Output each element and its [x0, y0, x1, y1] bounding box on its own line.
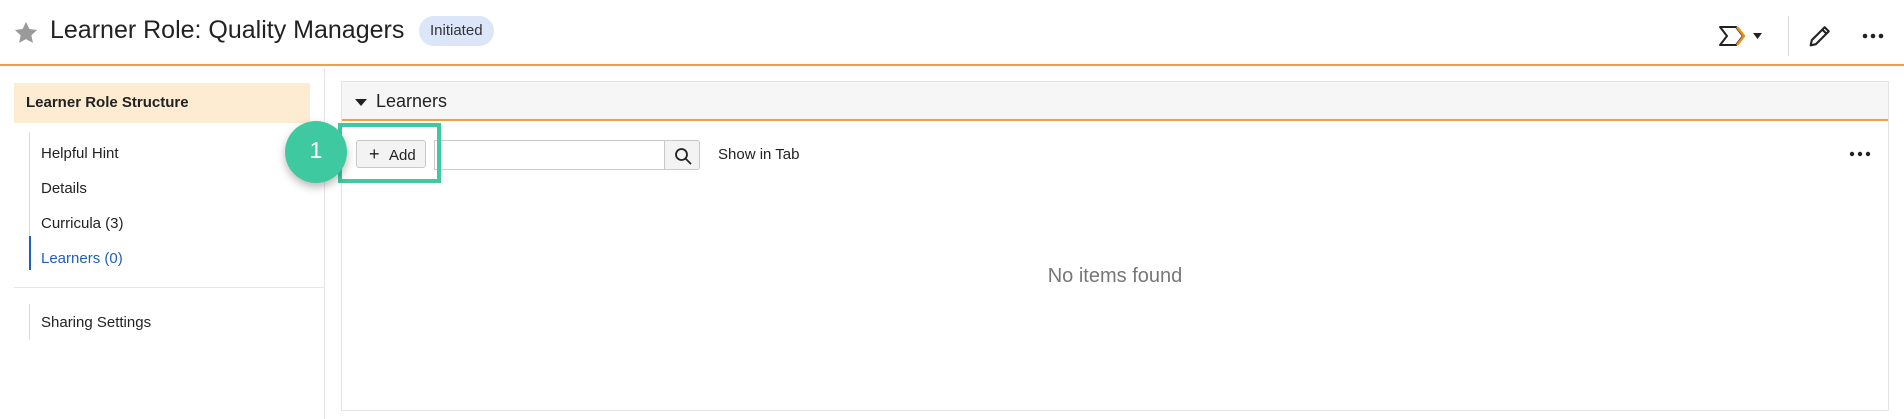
sidebar-item-helpful-hint[interactable]: Helpful Hint: [41, 145, 119, 162]
learners-panel: Learners + Add Show in Tab No items foun…: [341, 81, 1889, 411]
sidebar-title: Learner Role Structure: [14, 83, 310, 123]
sidebar-item-details[interactable]: Details: [41, 180, 87, 197]
search-input[interactable]: [434, 140, 664, 170]
pencil-icon: [1809, 26, 1830, 47]
sidebar-item-learners[interactable]: Learners (0): [41, 250, 123, 267]
search-button[interactable]: [664, 140, 700, 170]
edit-button[interactable]: [1806, 22, 1834, 50]
callout-step-marker: 1: [285, 121, 347, 183]
show-in-tab-link[interactable]: Show in Tab: [718, 146, 799, 163]
more-icon: [1862, 33, 1884, 39]
empty-state-message: No items found: [1047, 265, 1183, 287]
flow-chevron-icon: [1719, 26, 1762, 46]
sidebar-group-structure: Helpful Hint Details Curricula (3) Learn…: [29, 132, 325, 267]
more-icon: [1849, 151, 1871, 157]
collapse-caret-icon[interactable]: [355, 99, 367, 106]
sidebar: Learner Role Structure Helpful Hint Deta…: [0, 68, 325, 419]
learners-panel-header[interactable]: Learners: [342, 82, 1888, 121]
page-header: Learner Role: Quality Managers Initiated: [0, 0, 1904, 66]
status-badge: Initiated: [419, 16, 494, 46]
page-title: Learner Role: Quality Managers: [50, 16, 405, 44]
sidebar-active-indicator: [29, 236, 31, 270]
workflow-menu-button[interactable]: [1718, 22, 1766, 50]
header-more-button[interactable]: [1858, 22, 1888, 50]
header-divider: [1788, 16, 1789, 56]
callout-highlight-box: [338, 123, 441, 183]
caret-down-icon: [1753, 33, 1762, 39]
sidebar-item-sharing-settings[interactable]: Sharing Settings: [41, 314, 151, 331]
sidebar-divider: [14, 287, 325, 288]
callout-step-number: 1: [309, 137, 323, 163]
panel-more-button[interactable]: [1846, 142, 1874, 166]
sidebar-group-sharing: Sharing Settings: [29, 304, 325, 340]
search-icon: [675, 148, 692, 165]
star-icon[interactable]: [12, 19, 40, 47]
sidebar-item-curricula[interactable]: Curricula (3): [41, 215, 124, 232]
panel-title: Learners: [376, 91, 448, 111]
